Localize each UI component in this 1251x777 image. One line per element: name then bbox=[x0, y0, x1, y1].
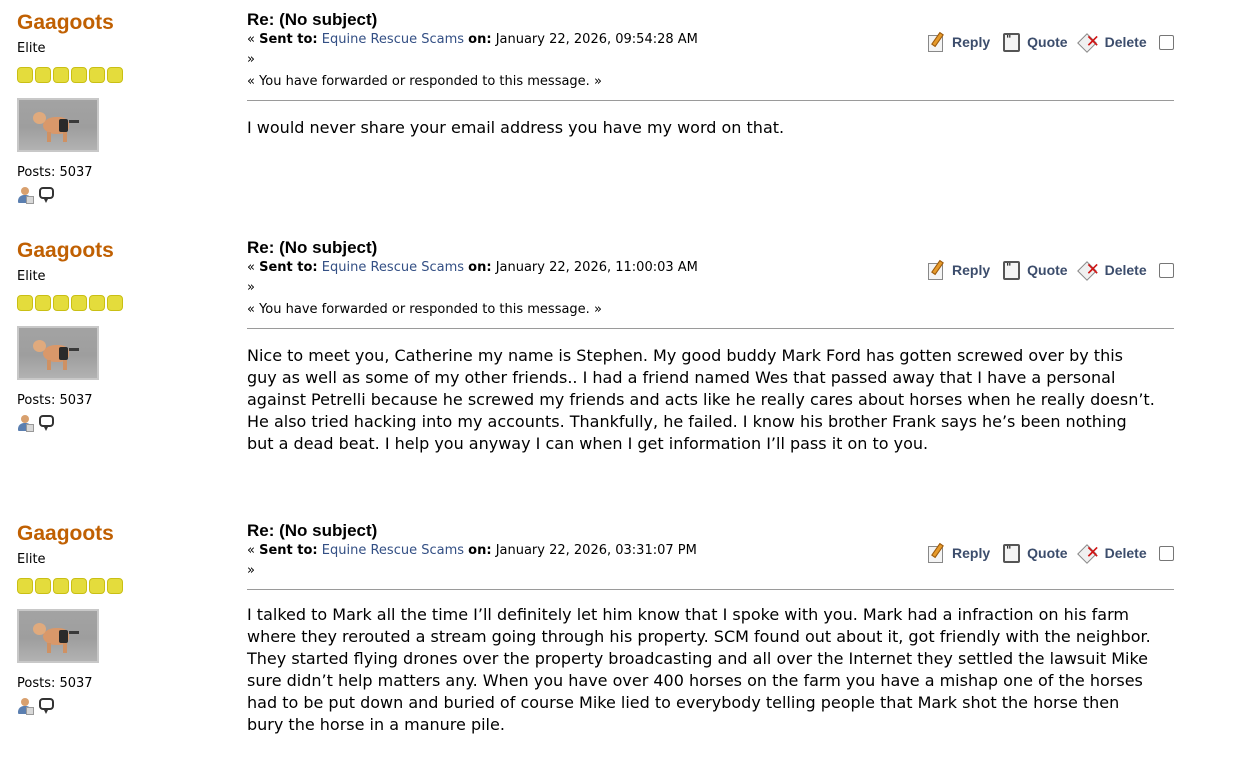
rank-stars bbox=[17, 295, 217, 311]
send-message-icon[interactable] bbox=[39, 415, 55, 431]
select-checkbox[interactable] bbox=[1158, 262, 1174, 278]
select-checkbox[interactable] bbox=[1158, 545, 1174, 561]
on-label: on: bbox=[468, 260, 492, 275]
view-profile-icon[interactable] bbox=[17, 187, 34, 204]
delete-icon: ✕ bbox=[1076, 260, 1100, 281]
avatar bbox=[17, 609, 99, 663]
star-icon bbox=[71, 578, 87, 594]
profile-icons bbox=[17, 698, 217, 715]
quote-button[interactable]: " Quote bbox=[1002, 32, 1068, 52]
view-profile-icon[interactable] bbox=[17, 415, 34, 432]
star-icon bbox=[107, 295, 123, 311]
poster-name-link[interactable]: Gaagoots bbox=[17, 521, 217, 547]
select-checkbox[interactable] bbox=[1158, 34, 1174, 50]
sent-to-label: Sent to: bbox=[259, 260, 318, 275]
delete-button[interactable]: ✕ Delete bbox=[1076, 260, 1147, 281]
star-icon bbox=[53, 295, 69, 311]
quote-icon: " bbox=[1002, 260, 1022, 280]
poster-info: Gaagoots Elite Posts: 5037 bbox=[17, 10, 217, 204]
on-label: on: bbox=[468, 32, 492, 47]
star-icon bbox=[89, 67, 105, 83]
poster-name-link[interactable]: Gaagoots bbox=[17, 10, 217, 36]
message-actions: Reply " Quote ✕ Delete bbox=[927, 259, 1174, 281]
star-icon bbox=[71, 67, 87, 83]
posts-count: Posts: 5037 bbox=[17, 393, 93, 408]
poster-name-link[interactable]: Gaagoots bbox=[17, 238, 217, 264]
delete-icon: ✕ bbox=[1076, 32, 1100, 53]
divider bbox=[247, 589, 1174, 590]
star-icon bbox=[35, 67, 51, 83]
profile-icons bbox=[17, 415, 217, 432]
view-profile-icon[interactable] bbox=[17, 698, 34, 715]
sent-to-label: Sent to: bbox=[259, 32, 318, 47]
poster-group: Elite bbox=[17, 552, 46, 567]
message-date: January 22, 2026, 03:31:07 PM bbox=[495, 543, 697, 558]
star-icon bbox=[89, 295, 105, 311]
star-icon bbox=[53, 67, 69, 83]
message-body: I talked to Mark all the time I’ll defin… bbox=[247, 605, 1151, 734]
reply-button[interactable]: Reply bbox=[927, 31, 990, 52]
message-content: Re: (No subject) « Sent to: Equine Rescu… bbox=[247, 10, 1174, 139]
recipient-link[interactable]: Equine Rescue Scams bbox=[322, 543, 464, 558]
quote-icon: " bbox=[1002, 32, 1022, 52]
divider bbox=[247, 100, 1174, 101]
star-icon bbox=[71, 295, 87, 311]
posts-count: Posts: 5037 bbox=[17, 165, 93, 180]
poster-group: Elite bbox=[17, 269, 46, 284]
delete-icon: ✕ bbox=[1076, 543, 1100, 564]
rank-stars bbox=[17, 67, 217, 83]
poster-info: Gaagoots Elite Posts: 5037 bbox=[17, 238, 217, 432]
message-subject: Re: (No subject) bbox=[247, 10, 378, 29]
star-icon bbox=[17, 578, 33, 594]
message-body: Nice to meet you, Catherine my name is S… bbox=[247, 346, 1155, 453]
message-subject: Re: (No subject) bbox=[247, 238, 378, 257]
delete-button[interactable]: ✕ Delete bbox=[1076, 543, 1147, 564]
reply-icon bbox=[927, 259, 947, 280]
poster-info: Gaagoots Elite Posts: 5037 bbox=[17, 521, 217, 715]
quote-icon: " bbox=[1002, 543, 1022, 563]
reply-button[interactable]: Reply bbox=[927, 542, 990, 563]
star-icon bbox=[17, 295, 33, 311]
star-icon bbox=[89, 578, 105, 594]
quote-button[interactable]: " Quote bbox=[1002, 543, 1068, 563]
recipient-link[interactable]: Equine Rescue Scams bbox=[322, 260, 464, 275]
divider bbox=[247, 328, 1174, 329]
avatar bbox=[17, 98, 99, 152]
delete-button[interactable]: ✕ Delete bbox=[1076, 32, 1147, 53]
reply-icon bbox=[927, 31, 947, 52]
star-icon bbox=[107, 578, 123, 594]
star-icon bbox=[35, 295, 51, 311]
send-message-icon[interactable] bbox=[39, 187, 55, 203]
recipient-link[interactable]: Equine Rescue Scams bbox=[322, 32, 464, 47]
quote-button[interactable]: " Quote bbox=[1002, 260, 1068, 280]
on-label: on: bbox=[468, 543, 492, 558]
message-actions: Reply " Quote ✕ Delete bbox=[927, 31, 1174, 53]
star-icon bbox=[107, 67, 123, 83]
message-subject: Re: (No subject) bbox=[247, 521, 378, 540]
sent-to-label: Sent to: bbox=[259, 543, 318, 558]
rank-stars bbox=[17, 578, 217, 594]
star-icon bbox=[53, 578, 69, 594]
send-message-icon[interactable] bbox=[39, 698, 55, 714]
reply-icon bbox=[927, 542, 947, 563]
forwarded-note: « You have forwarded or responded to thi… bbox=[247, 74, 602, 89]
star-icon bbox=[17, 67, 33, 83]
avatar bbox=[17, 326, 99, 380]
reply-button[interactable]: Reply bbox=[927, 259, 990, 280]
poster-group: Elite bbox=[17, 41, 46, 56]
profile-icons bbox=[17, 187, 217, 204]
message-date: January 22, 2026, 11:00:03 AM bbox=[495, 260, 698, 275]
forwarded-note: « You have forwarded or responded to thi… bbox=[247, 302, 602, 317]
message-date: January 22, 2026, 09:54:28 AM bbox=[495, 32, 698, 47]
star-icon bbox=[35, 578, 51, 594]
posts-count: Posts: 5037 bbox=[17, 676, 93, 691]
message-body: I would never share your email address y… bbox=[247, 118, 785, 137]
message-actions: Reply " Quote ✕ Delete bbox=[927, 542, 1174, 564]
